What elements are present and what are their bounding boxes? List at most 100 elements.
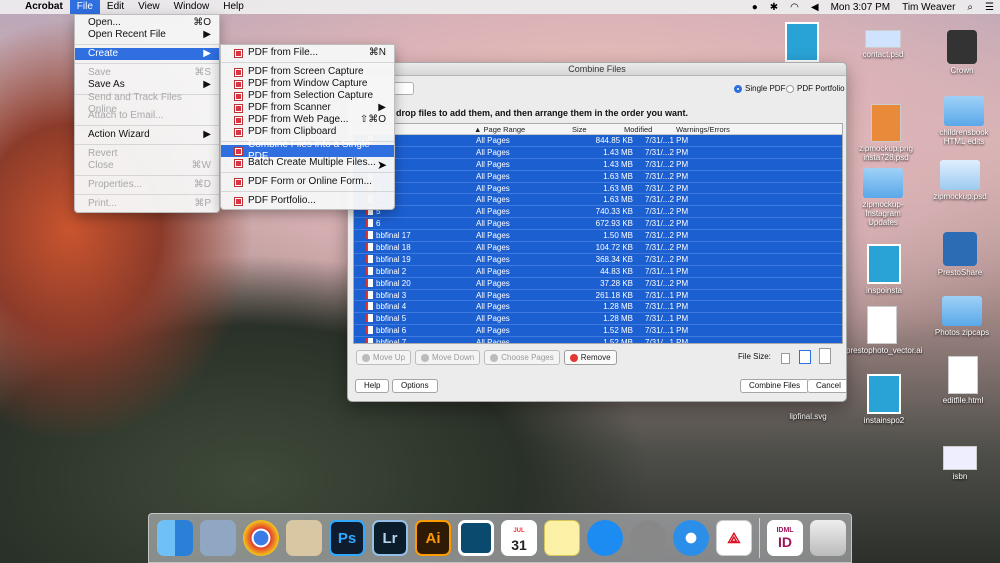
app-store-icon[interactable] bbox=[587, 520, 623, 556]
calendar-icon[interactable]: JUL 31 bbox=[501, 520, 537, 556]
pdf-icon bbox=[234, 146, 243, 156]
col-range-header[interactable]: ▲ Page Range bbox=[474, 124, 572, 134]
desktop-icon-lipfinal[interactable]: lipfinal.svg bbox=[782, 412, 834, 421]
notification-center-icon[interactable]: ☰ bbox=[979, 2, 1000, 13]
pdf-icon bbox=[234, 127, 243, 137]
col-size-header[interactable]: Size bbox=[572, 124, 624, 134]
table-row[interactable]: 4All Pages1.63 MB7/31/...2 PM bbox=[354, 194, 842, 207]
clock[interactable]: Mon 3:07 PM bbox=[825, 2, 896, 13]
table-row[interactable]: bbfinal 7 All Pages 1.52 MB 7/31/...1 PM bbox=[354, 337, 842, 343]
file-name: bbfinal 19 bbox=[376, 254, 411, 264]
desktop-icon-instagram-updates[interactable]: zipmockup-Instagram Updates bbox=[852, 168, 914, 227]
cancel-button[interactable]: Cancel bbox=[807, 379, 846, 393]
menu-item-save-as[interactable]: Save As ▶ bbox=[75, 79, 219, 91]
volume-icon[interactable]: ◀ bbox=[805, 2, 825, 13]
table-row[interactable]: 6 All Pages 672.93 KB 7/31/...2 PM bbox=[354, 218, 842, 231]
table-row[interactable]: bbfinal 6 All Pages 1.52 MB 7/31/...1 PM bbox=[354, 325, 842, 338]
menu-file[interactable]: File bbox=[69, 0, 100, 14]
help-button[interactable]: Help bbox=[355, 379, 390, 393]
move-down-button[interactable]: Move Down bbox=[415, 350, 481, 365]
notification-dot-icon[interactable]: ● bbox=[746, 2, 764, 13]
menu-item-pdf-from-window-capture[interactable]: PDF from Window Capture bbox=[221, 78, 394, 90]
desktop-icon-isbn[interactable]: isbn bbox=[940, 446, 980, 481]
move-up-button[interactable]: Move Up bbox=[356, 350, 412, 365]
safari-icon[interactable] bbox=[673, 520, 709, 556]
table-row[interactable]: 1All Pages1.43 MB7/31/...2 PM bbox=[354, 158, 842, 171]
indesign-file-icon[interactable]: IDML ID bbox=[767, 520, 803, 556]
desktop-icon-prestophoto[interactable]: prestophoto_vector.ai bbox=[846, 306, 923, 355]
table-row[interactable]: 5 All Pages 740.33 KB 7/31/...2 PM bbox=[354, 206, 842, 219]
table-row[interactable]: bbfinal 4 All Pages 1.28 MB 7/31/...1 PM bbox=[354, 301, 842, 314]
menu-window[interactable]: Window bbox=[167, 0, 217, 14]
remove-button[interactable]: Remove bbox=[563, 350, 617, 365]
menu-item-create[interactable]: Create ▶ bbox=[75, 48, 219, 60]
chrome-icon[interactable] bbox=[243, 520, 279, 556]
table-row[interactable]: bbfinal 3 All Pages 261.18 KB 7/31/...1 PM bbox=[354, 289, 842, 302]
table-row[interactable]: bbfinal 19 All Pages 368.34 KB 7/31/...2 PM bbox=[354, 253, 842, 266]
desktop-icon-editfile[interactable]: editfile.html bbox=[934, 356, 992, 405]
table-row[interactable]: bbfinal 17 All Pages 1.50 MB 7/31/...2 PM bbox=[354, 230, 842, 243]
menu-edit[interactable]: Edit bbox=[100, 0, 131, 14]
menu-item-open-recent-file[interactable]: Open Recent File ▶ bbox=[75, 29, 219, 41]
table-row[interactable]: 0All Pages1.43 MB7/31/...2 PM bbox=[354, 146, 842, 159]
user-name[interactable]: Tim Weaver bbox=[896, 2, 961, 13]
lightroom-icon[interactable]: Lr bbox=[372, 520, 408, 556]
table-row[interactable]: bbfinal 20 All Pages 37.28 KB 7/31/...2 PM bbox=[354, 277, 842, 290]
col-modified-header[interactable]: Modified bbox=[624, 124, 676, 134]
bluetooth-icon[interactable]: ✱ bbox=[764, 2, 784, 13]
desktop-icon-instainspo2[interactable]: instainspo2 bbox=[856, 374, 912, 425]
menu-item-open[interactable]: Open... ⌘O bbox=[75, 17, 219, 29]
col-warnings-header[interactable]: Warnings/Errors bbox=[676, 124, 842, 134]
table-row[interactable]: 2All Pages1.63 MB7/31/...2 PM bbox=[354, 170, 842, 183]
acrobat-icon[interactable]: ⟁ bbox=[716, 520, 752, 556]
desktop-icon-photos-zipcaps[interactable]: Photos zipcaps bbox=[934, 296, 990, 337]
menu-app-acrobat[interactable]: Acrobat bbox=[18, 0, 70, 14]
choose-pages-button[interactable]: Choose Pages bbox=[484, 350, 560, 365]
radio-single-pdf[interactable]: Single PDF bbox=[734, 84, 785, 93]
menu-item-pdf-from-screen-capture[interactable]: PDF from Screen Capture bbox=[221, 66, 394, 78]
menu-item-combine-files-into-a-single-pdf[interactable]: Combine Files into a Single PDF... bbox=[221, 139, 394, 162]
table-row[interactable]: bbfinal 18 All Pages 104.72 KB 7/31/...2 PM bbox=[354, 242, 842, 254]
menu-item-pdf-from-web-page[interactable]: PDF from Web Page... ⇧⌘O bbox=[221, 114, 394, 126]
desktop-icon-zipmockup-psd[interactable]: zipmockup.psd bbox=[928, 160, 992, 201]
desktop-icon-crown[interactable]: Crown bbox=[940, 30, 984, 75]
radio-pdf-portfolio[interactable]: PDF Portfolio bbox=[786, 84, 845, 93]
desktop-icon-contact[interactable]: contact.psd bbox=[858, 30, 908, 59]
photoshop-icon[interactable]: Ps bbox=[329, 520, 365, 556]
capture-app-icon[interactable] bbox=[458, 520, 494, 556]
illustrator-icon[interactable]: Ai bbox=[415, 520, 451, 556]
file-size-large-icon[interactable] bbox=[819, 348, 831, 364]
table-row[interactable]: All Pages 844.85 KB 7/31/...1 PM bbox=[354, 135, 842, 147]
menu-item-pdf-from-file[interactable]: PDF from File... ⌘N bbox=[221, 47, 394, 59]
menu-item-pdf-from-clipboard[interactable]: PDF from Clipboard bbox=[221, 126, 394, 138]
table-row[interactable]: bbfinal 5 All Pages 1.28 MB 7/31/...1 PM bbox=[354, 313, 842, 326]
photo-slideshow-icon[interactable] bbox=[200, 520, 236, 556]
file-size-medium-icon[interactable] bbox=[799, 350, 811, 364]
file-list[interactable]: ▲ Page Range Size Modified Warnings/Erro… bbox=[353, 123, 843, 344]
menu-view[interactable]: View bbox=[131, 0, 167, 14]
desktop-icon-zipmockup[interactable]: zipmockup.png insta728.psd bbox=[856, 104, 916, 162]
table-row[interactable]: bbfinal 2 All Pages 44.83 KB 7/31/...1 PM bbox=[354, 265, 842, 278]
desktop-icon-inspoinsta[interactable]: inspoinsta bbox=[858, 244, 910, 295]
trash-icon[interactable] bbox=[810, 520, 846, 556]
menu-item-batch-create-multiple-files[interactable]: Batch Create Multiple Files... bbox=[221, 157, 394, 169]
menu-item-pdf-portfolio[interactable]: PDF Portfolio... bbox=[221, 195, 394, 207]
system-preferences-icon[interactable] bbox=[630, 520, 666, 556]
table-row[interactable]: 3All Pages1.63 MB7/31/...2 PM bbox=[354, 182, 842, 195]
menu-item-action-wizard[interactable]: Action Wizard ▶ bbox=[75, 129, 219, 141]
notes-icon[interactable] bbox=[544, 520, 580, 556]
spotlight-icon[interactable]: ⌕ bbox=[961, 2, 979, 13]
combine-files-button[interactable]: Combine Files bbox=[740, 379, 810, 393]
finder-icon[interactable] bbox=[157, 520, 193, 556]
file-size-small-icon[interactable] bbox=[781, 353, 790, 364]
desktop-icon-html-edits[interactable]: childrensbook HTML edits bbox=[932, 96, 996, 146]
menu-help[interactable]: Help bbox=[216, 0, 251, 14]
desktop-icon-book-thumb[interactable] bbox=[785, 22, 819, 64]
desktop-icon-prestoshare[interactable]: PrestoShare bbox=[934, 232, 986, 277]
preview-icon[interactable] bbox=[286, 520, 322, 556]
wifi-icon[interactable]: ◠ bbox=[784, 2, 805, 13]
menu-item-pdf-form-or-online-form[interactable]: PDF Form or Online Form... bbox=[221, 176, 394, 188]
options-button[interactable]: Options bbox=[392, 379, 438, 393]
menu-item-pdf-from-selection-capture[interactable]: PDF from Selection Capture bbox=[221, 90, 394, 102]
menu-item-pdf-from-scanner[interactable]: PDF from Scanner ▶ bbox=[221, 102, 394, 114]
